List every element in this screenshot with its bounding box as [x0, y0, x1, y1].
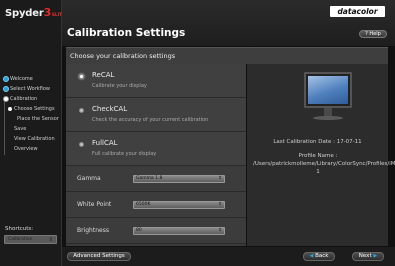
option-checkcal[interactable]: CheckCAL Check the accuracy of your curr… — [66, 98, 246, 132]
gamma-select[interactable]: Gamma 1.8 ⇕ — [133, 175, 225, 183]
shortcuts-value: Calibration — [8, 237, 33, 242]
nav-item-place-sensor[interactable]: Place the Sensor — [2, 114, 62, 124]
back-label: Back — [315, 253, 329, 259]
option-description: Check the accuracy of your current calib… — [92, 117, 209, 123]
section-heading-text: Choose your calibration settings — [70, 52, 176, 60]
sidebar: Spyder3ELITE Welcome Select Workflow Cal… — [0, 0, 65, 266]
help-button[interactable]: ? Help — [359, 30, 387, 38]
select-arrows-icon: ⇕ — [218, 228, 222, 233]
white-point-value: 6500K — [136, 202, 151, 207]
white-point-setting: White Point 6500K ⇕ — [66, 192, 246, 218]
nav-item-label: Place the Sensor — [17, 116, 59, 122]
app-brand: Spyder3ELITE — [5, 6, 65, 19]
option-name: ReCAL — [92, 71, 115, 79]
option-recal[interactable]: ReCAL Calibrate your display — [66, 64, 246, 98]
select-arrows-icon: ⇕ — [218, 176, 222, 181]
radio-icon[interactable] — [79, 108, 84, 113]
section-heading: Choose your calibration settings — [66, 47, 388, 64]
option-description: Full calibrate your display — [92, 151, 157, 157]
radio-icon[interactable] — [79, 142, 84, 147]
nav-item-label: Welcome — [10, 76, 33, 82]
advanced-settings-button[interactable]: Advanced Settings — [67, 252, 131, 261]
workflow-nav: Welcome Select Workflow Calibration Choo… — [2, 74, 62, 154]
nav-item-label: Select Workflow — [10, 86, 50, 92]
gamma-value: Gamma 1.8 — [136, 176, 163, 181]
back-arrow-icon: ◀ — [309, 253, 314, 259]
nav-item-label: Choose Settings — [14, 106, 55, 112]
nav-item-overview[interactable]: Overview — [2, 144, 62, 154]
brightness-value: 80 — [136, 228, 142, 233]
brightness-select[interactable]: 80 ⇕ — [133, 227, 225, 235]
back-button[interactable]: ◀ Back — [303, 252, 335, 261]
next-button[interactable]: Next ▶ — [352, 252, 384, 261]
white-point-select[interactable]: 6500K ⇕ — [133, 201, 225, 209]
brightness-setting: Brightness 80 ⇕ — [66, 218, 246, 244]
nav-item-label: View Calibration — [14, 136, 55, 142]
radio-selected-icon[interactable] — [79, 74, 84, 79]
nav-item-select-workflow[interactable]: Select Workflow — [2, 84, 62, 94]
calibration-options-panel: ReCAL Calibrate your display CheckCAL Ch… — [66, 64, 246, 246]
gamma-label: Gamma — [77, 175, 101, 182]
nav-item-view-calibration[interactable]: View Calibration — [2, 134, 62, 144]
monitor-base — [313, 116, 343, 120]
profile-name: Profile Name : /Users/patrickmolleme/Lib… — [253, 153, 395, 175]
nav-item-label: Overview — [14, 146, 38, 152]
step-done-icon — [3, 76, 9, 82]
nav-item-save[interactable]: Save — [2, 124, 62, 134]
select-arrows-icon: ⇕ — [218, 202, 222, 207]
brand-name: Spyder — [5, 8, 44, 19]
brightness-label: Brightness — [77, 227, 109, 234]
shortcuts-label: Shortcuts: — [5, 226, 34, 232]
display-info-panel: Last Calibration Date : 17-07-11 Profile… — [247, 64, 395, 246]
step-done-icon — [3, 86, 9, 92]
nav-item-calibration[interactable]: Calibration — [2, 94, 62, 104]
white-point-label: White Point — [77, 201, 112, 208]
brand-number: 3 — [43, 6, 52, 19]
nav-item-label: Calibration — [10, 96, 38, 102]
next-label: Next — [358, 253, 372, 259]
monitor-icon — [304, 72, 352, 124]
monitor-screen — [304, 72, 352, 108]
shortcuts-select[interactable]: Calibration ⇕ — [4, 235, 57, 244]
option-fullcal[interactable]: FullCAL Full calibrate your display — [66, 132, 246, 166]
next-arrow-icon: ▶ — [373, 253, 378, 259]
select-arrows-icon: ⇕ — [48, 237, 53, 243]
last-calibration-date: Last Calibration Date : 17-07-11 — [273, 139, 362, 145]
substep-current-icon — [8, 107, 12, 111]
gamma-setting: Gamma Gamma 1.8 ⇕ — [66, 166, 246, 192]
footer: Advanced Settings ◀ Back Next ▶ — [62, 247, 395, 266]
option-description: Calibrate your display — [92, 83, 147, 89]
page-title: Calibration Settings — [67, 27, 186, 39]
nav-item-choose-settings[interactable]: Choose Settings — [2, 104, 62, 114]
monitor-stand — [324, 108, 332, 116]
datacolor-logo: datacolor — [330, 6, 385, 17]
nav-item-welcome[interactable]: Welcome — [2, 74, 62, 84]
option-name: CheckCAL — [92, 105, 128, 113]
header: Calibration Settings datacolor ? Help — [62, 0, 395, 46]
step-current-icon — [3, 96, 9, 102]
nav-item-label: Save — [14, 126, 27, 132]
option-name: FullCAL — [92, 139, 118, 147]
